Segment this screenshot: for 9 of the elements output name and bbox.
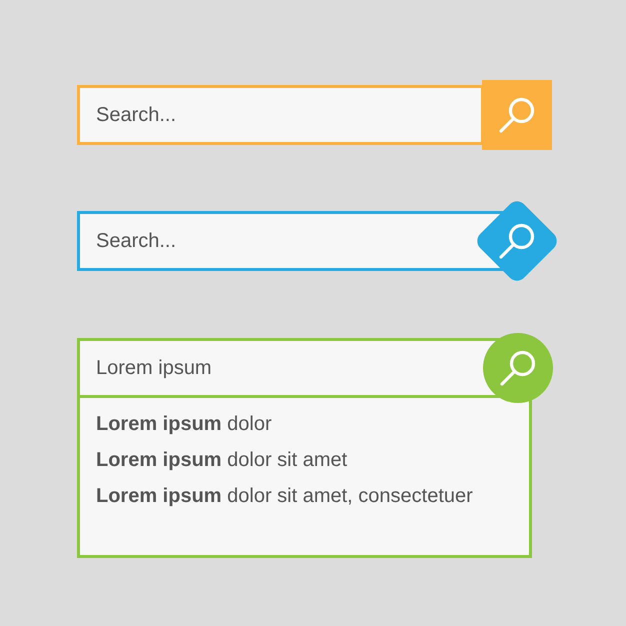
search-icon <box>500 350 536 386</box>
search-field[interactable]: Search... <box>77 85 484 145</box>
suggestion-item[interactable]: Lorem ipsum dolor sit amet <box>96 442 348 478</box>
search-icon <box>499 97 535 133</box>
search-button[interactable] <box>482 80 552 150</box>
suggestion-item[interactable]: Lorem ipsum dolor <box>96 406 272 442</box>
search-field[interactable]: Search... <box>77 211 505 271</box>
suggestion-item[interactable]: Lorem ipsum dolor sit amet, consectetuer <box>96 478 473 514</box>
search-icon <box>499 224 534 259</box>
